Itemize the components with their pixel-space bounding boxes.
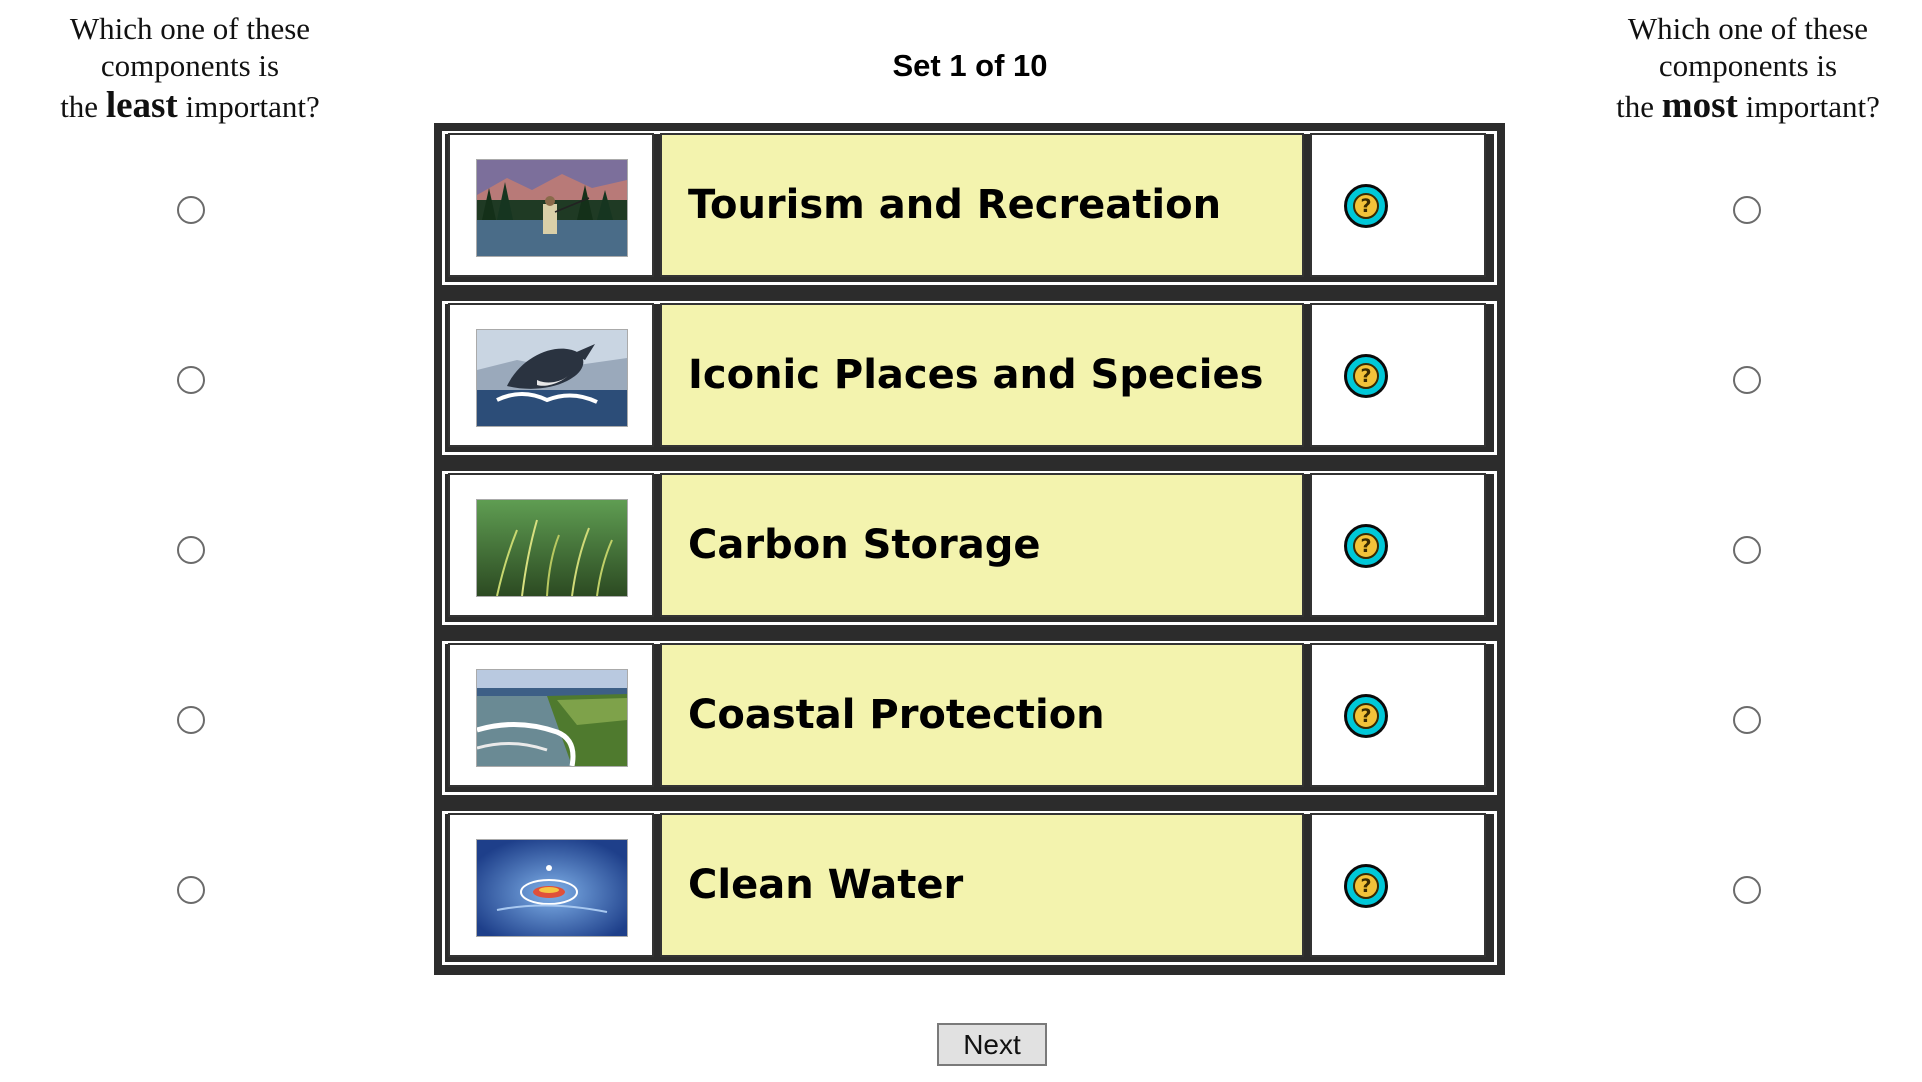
- component-help-cell: ?: [1310, 133, 1486, 277]
- component-image-cell: [448, 813, 654, 957]
- component-label-cell: Carbon Storage: [660, 473, 1304, 617]
- least-header-line2: components is: [100, 48, 280, 84]
- component-row-tourism: Tourism and Recreation ?: [434, 123, 1505, 293]
- marsh-shoreline-waves-photo: [476, 669, 628, 767]
- component-label: Clean Water: [688, 862, 964, 908]
- water-droplet-splash-photo: [476, 839, 628, 937]
- fly-fishing-mountains-photo: [476, 159, 628, 257]
- most-important-header: Which one of these components is the mos…: [1568, 10, 1922, 129]
- component-label: Carbon Storage: [688, 522, 1041, 568]
- least-header-line3: the least important?: [60, 85, 320, 127]
- component-help-cell: ?: [1310, 303, 1486, 447]
- breaching-whale-photo: [476, 329, 628, 427]
- seagrass-underwater-photo: [476, 499, 628, 597]
- most-header-line2: components is: [1658, 48, 1838, 84]
- component-row-coastal: Coastal Protection ?: [434, 633, 1505, 803]
- component-image-cell: [448, 473, 654, 617]
- component-image-cell: [448, 133, 654, 277]
- most-header-line1: Which one of these: [1627, 11, 1869, 46]
- least-radio-tourism[interactable]: [177, 196, 205, 224]
- help-question-icon[interactable]: ?: [1344, 354, 1388, 398]
- set-progress-label: Set 1 of 10: [892, 48, 1048, 83]
- component-image-cell: [448, 643, 654, 787]
- component-label-cell: Coastal Protection: [660, 643, 1304, 787]
- least-header-line1: Which one of these: [69, 11, 311, 46]
- least-important-header: Which one of these components is the lea…: [10, 10, 370, 129]
- most-radio-clean-water[interactable]: [1733, 876, 1761, 904]
- component-row-carbon: Carbon Storage ?: [434, 463, 1505, 633]
- help-question-icon[interactable]: ?: [1344, 694, 1388, 738]
- component-row-clean-water: Clean Water ?: [434, 803, 1505, 973]
- component-label-cell: Tourism and Recreation: [660, 133, 1304, 277]
- least-radio-carbon[interactable]: [177, 536, 205, 564]
- least-radio-coastal[interactable]: [177, 706, 205, 734]
- components-table: Tourism and Recreation ? Iconic Places a…: [434, 123, 1505, 975]
- help-question-icon[interactable]: ?: [1344, 524, 1388, 568]
- component-label: Tourism and Recreation: [688, 182, 1222, 228]
- component-label-cell: Iconic Places and Species: [660, 303, 1304, 447]
- help-question-icon[interactable]: ?: [1344, 864, 1388, 908]
- least-radio-iconic[interactable]: [177, 366, 205, 394]
- component-label-cell: Clean Water: [660, 813, 1304, 957]
- help-question-icon[interactable]: ?: [1344, 184, 1388, 228]
- most-radio-tourism[interactable]: [1733, 196, 1761, 224]
- component-row-iconic: Iconic Places and Species ?: [434, 293, 1505, 463]
- least-radio-clean-water[interactable]: [177, 876, 205, 904]
- most-emphasis: most: [1661, 85, 1738, 127]
- component-help-cell: ?: [1310, 473, 1486, 617]
- component-image-cell: [448, 303, 654, 447]
- component-help-cell: ?: [1310, 813, 1486, 957]
- most-radio-iconic[interactable]: [1733, 366, 1761, 394]
- most-radio-coastal[interactable]: [1733, 706, 1761, 734]
- component-label: Iconic Places and Species: [688, 352, 1264, 398]
- most-radio-carbon[interactable]: [1733, 536, 1761, 564]
- least-emphasis: least: [105, 85, 178, 127]
- component-help-cell: ?: [1310, 643, 1486, 787]
- most-header-line3: the most important?: [1616, 85, 1880, 127]
- next-button[interactable]: Next: [937, 1023, 1047, 1066]
- component-label: Coastal Protection: [688, 692, 1105, 738]
